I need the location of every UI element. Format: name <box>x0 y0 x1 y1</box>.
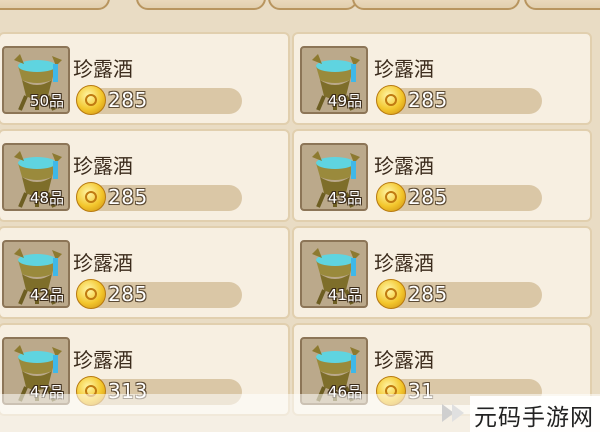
item-icon-frame: 48品 <box>2 143 70 211</box>
item-icon-frame: 43品 <box>300 143 368 211</box>
item-price: 285 <box>108 282 148 306</box>
item-name: 珍露酒 <box>374 348 434 372</box>
item-icon-frame: 41品 <box>300 240 368 308</box>
shop-tab-3[interactable] <box>268 0 358 10</box>
shop-tab-5[interactable] <box>524 0 600 10</box>
shop-item-grid: 50品 珍露酒 285 49品 珍露酒 285 48品 珍露酒 285 43品 … <box>0 32 600 432</box>
item-name: 珍露酒 <box>73 348 133 372</box>
shop-item-card[interactable]: 50品 珍露酒 285 <box>0 32 290 125</box>
shop-tab-1[interactable] <box>0 0 110 10</box>
item-price: 285 <box>408 88 448 112</box>
item-name: 珍露酒 <box>374 154 434 178</box>
shop-item-card[interactable]: 49品 珍露酒 285 <box>292 32 592 125</box>
item-grade: 50品 <box>29 92 64 110</box>
gold-coin-icon <box>376 279 406 309</box>
item-price: 285 <box>408 282 448 306</box>
item-grade: 48品 <box>29 189 64 207</box>
gold-coin-icon <box>76 85 106 115</box>
item-name: 珍露酒 <box>73 57 133 81</box>
item-grade: 42品 <box>29 286 64 304</box>
watermark-logo-icon <box>442 404 464 422</box>
item-icon-frame: 49品 <box>300 46 368 114</box>
item-price: 285 <box>108 185 148 209</box>
gold-coin-icon <box>76 279 106 309</box>
top-tab-strip <box>0 0 600 14</box>
item-name: 珍露酒 <box>374 251 434 275</box>
watermark-text: 元码手游网 <box>474 405 594 431</box>
gold-coin-icon <box>76 182 106 212</box>
item-grade: 41品 <box>327 286 362 304</box>
item-grade: 49品 <box>327 92 362 110</box>
item-price: 285 <box>108 88 148 112</box>
item-icon-frame: 42品 <box>2 240 70 308</box>
shop-tab-2[interactable] <box>136 0 266 10</box>
item-name: 珍露酒 <box>73 251 133 275</box>
item-name: 珍露酒 <box>374 57 434 81</box>
shop-item-card[interactable]: 42品 珍露酒 285 <box>0 226 290 319</box>
shop-item-card[interactable]: 41品 珍露酒 285 <box>292 226 592 319</box>
item-icon-frame: 50品 <box>2 46 70 114</box>
item-price: 285 <box>408 185 448 209</box>
shop-item-card[interactable]: 48品 珍露酒 285 <box>0 129 290 222</box>
shop-tab-4[interactable] <box>352 0 520 10</box>
gold-coin-icon <box>376 182 406 212</box>
gold-coin-icon <box>376 85 406 115</box>
item-name: 珍露酒 <box>73 154 133 178</box>
item-grade: 43品 <box>327 189 362 207</box>
shop-item-card[interactable]: 43品 珍露酒 285 <box>292 129 592 222</box>
